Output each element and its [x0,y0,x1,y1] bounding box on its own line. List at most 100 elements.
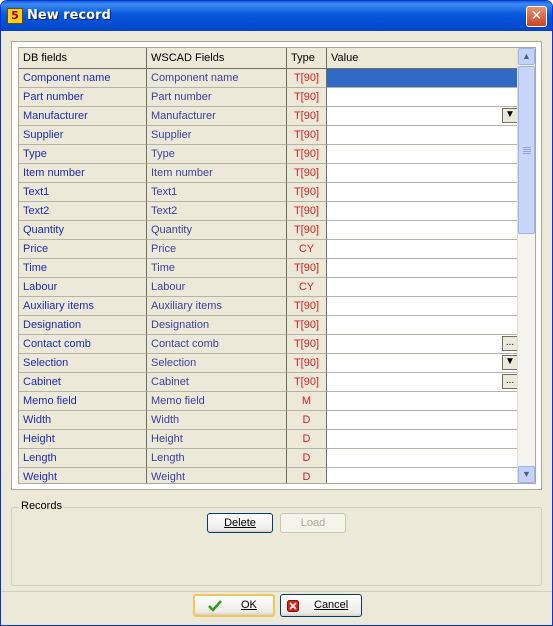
type-cell: T[90] [287,164,327,183]
table-row[interactable]: Cabinet Cabinet T[90]... [19,373,519,392]
table-row[interactable]: Height Height D [19,430,519,449]
value-input[interactable] [327,411,519,430]
db-field-cell: Quantity [19,221,147,240]
db-field-cell: Component name [19,69,147,88]
type-cell: CY [287,278,327,297]
value-input[interactable] [327,145,519,164]
column-header-db-fields[interactable]: DB fields [19,48,147,68]
type-cell: CY [287,240,327,259]
table-row[interactable]: Length Length D [19,449,519,468]
table-row[interactable]: Labour Labour CY [19,278,519,297]
table-row[interactable]: Contact comb Contact comb T[90]... [19,335,519,354]
db-field-cell: Contact comb [19,335,147,354]
load-button-label: Load [300,517,326,529]
table-row[interactable]: Type Type T[90] [19,145,519,164]
ellipsis-button[interactable]: ... [502,336,518,351]
thumb-grip-line [523,147,531,148]
ok-button[interactable]: OK [193,594,275,617]
wscad-field-cell: Selection [147,354,287,373]
wscad-field-cell: Memo field [147,392,287,411]
table-row[interactable]: Text2 Text2 T[90] [19,202,519,221]
vertical-scrollbar[interactable]: ▲ ▼ [517,48,535,483]
db-field-cell: Width [19,411,147,430]
wscad-field-cell: Type [147,145,287,164]
wscad-field-cell: Text2 [147,202,287,221]
db-field-cell: Designation [19,316,147,335]
table-row[interactable]: Designation Designation T[90] [19,316,519,335]
value-input[interactable] [327,69,519,88]
table-row[interactable]: Supplier Supplier T[90] [19,126,519,145]
wscad-field-cell: Cabinet [147,373,287,392]
db-field-cell: Type [19,145,147,164]
column-header-value[interactable]: Value [327,48,519,68]
type-cell: D [287,430,327,449]
db-field-cell: Memo field [19,392,147,411]
wscad-field-cell: Component name [147,69,287,88]
table-row[interactable]: Part number Part number T[90] [19,88,519,107]
value-input[interactable] [327,126,519,145]
scroll-thumb[interactable] [518,66,535,234]
value-input[interactable] [327,164,519,183]
value-input[interactable] [327,449,519,468]
column-header-type[interactable]: Type [287,48,327,68]
type-cell: D [287,468,327,483]
value-input[interactable] [327,430,519,449]
db-field-cell: Text2 [19,202,147,221]
type-cell: M [287,392,327,411]
table-row[interactable]: Quantity Quantity T[90] [19,221,519,240]
table-row[interactable]: Memo field Memo field M [19,392,519,411]
thumb-grip-line [523,151,531,152]
table-row[interactable]: Text1 Text1 T[90] [19,183,519,202]
value-input[interactable] [327,297,519,316]
type-cell: T[90] [287,107,327,126]
value-input[interactable]: ▼ [327,107,519,126]
wscad-field-cell: Designation [147,316,287,335]
close-button[interactable]: ✕ [526,6,547,27]
value-input[interactable] [327,183,519,202]
dropdown-arrow-button[interactable]: ▼ [502,108,518,123]
wscad-field-cell: Width [147,411,287,430]
delete-button[interactable]: Delete [207,513,273,533]
value-input[interactable] [327,221,519,240]
table-row[interactable]: Auxiliary items Auxiliary items T[90] [19,297,519,316]
scroll-up-button[interactable]: ▲ [518,48,535,65]
value-input[interactable] [327,88,519,107]
value-input[interactable] [327,468,519,483]
column-header-wscad-fields[interactable]: WSCAD Fields [147,48,287,68]
db-field-cell: Length [19,449,147,468]
table-row[interactable]: Price Price CY [19,240,519,259]
db-field-cell: Weight [19,468,147,483]
value-input[interactable] [327,392,519,411]
value-input[interactable] [327,278,519,297]
value-input[interactable] [327,259,519,278]
scroll-down-button[interactable]: ▼ [518,466,535,483]
ellipsis-button[interactable]: ... [502,374,518,389]
type-cell: T[90] [287,316,327,335]
table-row[interactable]: Width Width D [19,411,519,430]
value-input[interactable] [327,316,519,335]
wscad-field-cell: Weight [147,468,287,483]
table-row[interactable]: Component name Component name T[90] [19,69,519,88]
wscad-field-cell: Item number [147,164,287,183]
dropdown-arrow-button[interactable]: ▼ [502,355,518,370]
wscad-field-cell: Contact comb [147,335,287,354]
table-row[interactable]: Item number Item number T[90] [19,164,519,183]
value-input[interactable]: ▼ [327,354,519,373]
delete-button-label: Delete [224,517,256,529]
table-row[interactable]: Selection Selection T[90] ▼ [19,354,519,373]
db-field-cell: Price [19,240,147,259]
value-input[interactable]: ... [327,335,519,354]
title-bar[interactable]: 5 New record ✕ [1,1,552,31]
value-input[interactable]: ... [327,373,519,392]
table-row[interactable]: Weight Weight D [19,468,519,483]
load-button[interactable]: Load [280,513,346,533]
table-row[interactable]: Time Time T[90] [19,259,519,278]
wscad-field-cell: Price [147,240,287,259]
type-cell: T[90] [287,354,327,373]
cancel-button[interactable]: Cancel [280,594,362,617]
value-input[interactable] [327,240,519,259]
wscad-field-cell: Length [147,449,287,468]
value-input[interactable] [327,202,519,221]
table-row[interactable]: Manufacturer Manufacturer T[90] ▼ [19,107,519,126]
type-cell: T[90] [287,373,327,392]
